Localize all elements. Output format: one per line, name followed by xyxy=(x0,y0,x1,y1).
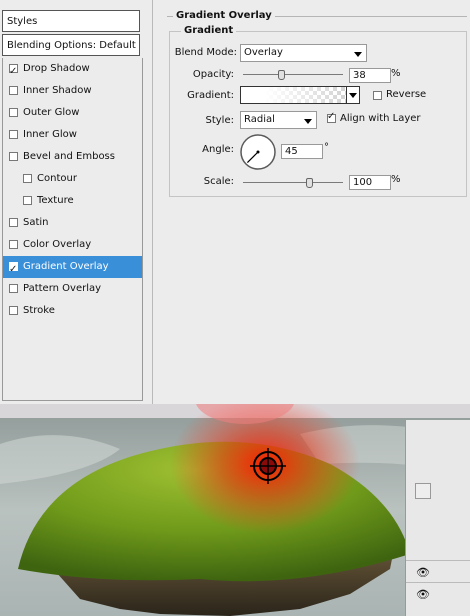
layer-thumb[interactable] xyxy=(415,483,431,499)
gradient-overlay-panel: Gradient Overlay Gradient Blend Mode: Ov… xyxy=(159,0,470,404)
chevron-down-icon xyxy=(349,93,357,98)
style-item-color-overlay[interactable]: Color Overlay xyxy=(3,234,142,256)
style-item-bevel-and-emboss[interactable]: Bevel and Emboss xyxy=(3,146,142,168)
style-checkbox[interactable] xyxy=(9,152,18,161)
style-item-label: Texture xyxy=(37,195,74,206)
scale-unit: % xyxy=(391,174,401,185)
style-item-label: Drop Shadow xyxy=(23,63,90,74)
scale-label: Scale: xyxy=(203,176,234,187)
style-item-satin[interactable]: Satin xyxy=(3,212,142,234)
style-item-label: Gradient Overlay xyxy=(23,261,109,272)
opacity-label: Opacity: xyxy=(192,69,234,80)
styles-header[interactable]: Styles xyxy=(2,10,140,32)
blend-mode-value: Overlay xyxy=(244,47,283,58)
style-checkbox[interactable] xyxy=(9,130,18,139)
style-item-label: Contour xyxy=(37,173,77,184)
style-checkbox[interactable] xyxy=(9,108,18,117)
style-label: Style: xyxy=(205,115,235,126)
style-item-outer-glow[interactable]: Outer Glow xyxy=(3,102,142,124)
align-with-layer-label: Align with Layer xyxy=(340,113,421,124)
style-checkbox[interactable] xyxy=(9,284,18,293)
style-item-stroke[interactable]: Stroke xyxy=(3,300,142,322)
opacity-slider-track[interactable] xyxy=(243,74,343,75)
style-item-drop-shadow[interactable]: Drop Shadow xyxy=(3,58,142,83)
angle-input[interactable]: 45 xyxy=(281,144,323,159)
scale-slider-track[interactable] xyxy=(243,182,343,183)
style-item-pattern-overlay[interactable]: Pattern Overlay xyxy=(3,278,142,300)
reverse-label: Reverse xyxy=(386,89,427,100)
style-item-label: Outer Glow xyxy=(23,107,80,118)
section-title: Gradient Overlay xyxy=(173,10,275,21)
style-checkbox[interactable] xyxy=(9,240,18,249)
style-item-label: Stroke xyxy=(23,305,55,316)
gradient-group-title: Gradient xyxy=(181,25,237,36)
eye-icon[interactable]: 👁 xyxy=(416,588,430,601)
styles-list: Drop Shadow Inner Shadow Outer Glow Inner G… xyxy=(2,58,143,401)
styles-panel: Styles Blending Options: Default Drop Sh… xyxy=(0,0,153,404)
blend-mode-label: Blend Mode: xyxy=(174,47,237,58)
style-checkbox[interactable] xyxy=(9,86,18,95)
opacity-unit: % xyxy=(391,68,401,79)
angle-unit: ° xyxy=(324,142,329,153)
chevron-down-icon xyxy=(354,52,362,57)
style-item-label: Satin xyxy=(23,217,49,228)
style-checkbox[interactable] xyxy=(9,218,18,227)
layers-panel-strip: 👁 👁 xyxy=(405,420,470,616)
style-checkbox[interactable] xyxy=(9,61,18,83)
gradient-dropdown[interactable] xyxy=(346,87,359,103)
blending-options-item[interactable]: Blending Options: Default xyxy=(2,34,140,56)
blend-mode-select[interactable]: Overlay xyxy=(240,44,367,62)
style-value: Radial xyxy=(244,114,275,125)
scale-slider-thumb[interactable] xyxy=(306,178,314,188)
style-item-label: Inner Shadow xyxy=(23,85,92,96)
angle-dial[interactable] xyxy=(239,133,277,171)
style-item-label: Pattern Overlay xyxy=(23,283,102,294)
opacity-slider-thumb[interactable] xyxy=(278,70,285,80)
style-item-texture[interactable]: Texture xyxy=(3,190,142,212)
style-item-label: Color Overlay xyxy=(23,239,92,250)
layer-divider xyxy=(406,560,470,561)
style-item-inner-glow[interactable]: Inner Glow xyxy=(3,124,142,146)
gradient-swatch[interactable] xyxy=(240,86,360,104)
gradient-label: Gradient: xyxy=(187,90,234,101)
style-item-gradient-overlay[interactable]: Gradient Overlay xyxy=(3,256,142,281)
style-checkbox[interactable] xyxy=(23,196,32,205)
style-item-contour[interactable]: Contour xyxy=(3,168,142,190)
style-select[interactable]: Radial xyxy=(240,111,317,129)
document-canvas[interactable] xyxy=(0,404,470,616)
opacity-input[interactable]: 38 xyxy=(349,68,391,83)
chevron-down-icon xyxy=(304,119,312,124)
layer-divider xyxy=(406,582,470,583)
scale-input[interactable]: 100 xyxy=(349,175,391,190)
angle-label: Angle: xyxy=(202,144,234,155)
style-item-label: Inner Glow xyxy=(23,129,77,140)
eye-icon[interactable]: 👁 xyxy=(416,566,430,579)
style-checkbox[interactable] xyxy=(9,259,18,281)
style-item-label: Bevel and Emboss xyxy=(23,151,115,162)
reverse-checkbox[interactable] xyxy=(373,91,382,100)
style-checkbox[interactable] xyxy=(9,306,18,315)
style-checkbox[interactable] xyxy=(23,174,32,183)
align-with-layer-checkbox[interactable] xyxy=(327,111,336,123)
style-item-inner-shadow[interactable]: Inner Shadow xyxy=(3,80,142,102)
